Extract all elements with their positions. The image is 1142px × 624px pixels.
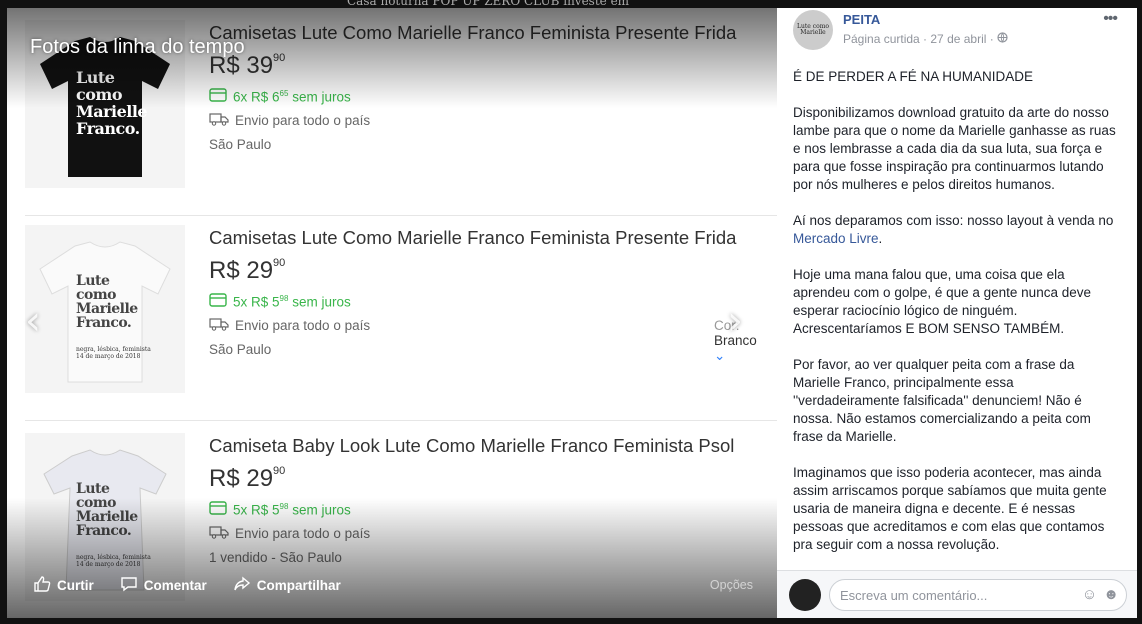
post-meta: Página curtida · 27 de abril · bbox=[843, 32, 1008, 46]
installments: 5x R$ 598 sem juros bbox=[209, 293, 769, 310]
mercado-livre-link[interactable]: Mercado Livre bbox=[793, 231, 879, 246]
truck-icon bbox=[209, 112, 229, 129]
installments: 5x R$ 598 sem juros bbox=[209, 501, 769, 518]
page-avatar[interactable]: Lute como Marielle bbox=[793, 10, 833, 50]
shirt-small-print: negra, lésbica, feminista 14 de março de… bbox=[76, 346, 151, 360]
tshirt-image: Lute como Marielle Franco. negra, lésbic… bbox=[30, 234, 180, 384]
background-newspaper: Casa noturna POP UP ZERO CLUB investe em bbox=[7, 0, 777, 8]
product-price: R$ 2990 bbox=[209, 257, 286, 284]
globe-icon bbox=[997, 32, 1008, 46]
shipping-info: Envio para todo o país bbox=[209, 112, 769, 129]
product-price: R$ 3990 bbox=[209, 52, 286, 79]
shipping-info: Envio para todo o país bbox=[209, 317, 769, 334]
product-price: R$ 2990 bbox=[209, 465, 286, 492]
comment-button[interactable]: Comentar bbox=[120, 575, 207, 596]
photo-area[interactable]: Fotos da linha do tempo Lute como Mariel… bbox=[7, 8, 777, 618]
product-location: São Paulo bbox=[209, 342, 272, 357]
next-photo-arrow-icon[interactable]: › bbox=[727, 298, 743, 344]
previous-photo-arrow-icon[interactable]: ‹ bbox=[25, 298, 41, 344]
album-title[interactable]: Fotos da linha do tempo bbox=[30, 36, 245, 59]
thumbs-up-icon bbox=[33, 575, 51, 596]
product-location: São Paulo bbox=[209, 137, 272, 152]
post-text: É DE PERDER A FÉ NA HUMANIDADE Disponibi… bbox=[793, 69, 1116, 552]
photo-viewer: Casa noturna POP UP ZERO CLUB investe em… bbox=[0, 0, 1142, 624]
shirt-small-print: negra, lésbica, feminista 14 de março de… bbox=[76, 554, 151, 568]
share-button[interactable]: Compartilhar bbox=[233, 575, 341, 596]
comment-tools: ☺ ☻ bbox=[1082, 586, 1119, 603]
page-name-link[interactable]: PEITA bbox=[843, 12, 880, 27]
product-title[interactable]: Camiseta Baby Look Lute Como Marielle Fr… bbox=[209, 435, 769, 457]
truck-icon bbox=[209, 525, 229, 542]
card-icon bbox=[209, 88, 227, 105]
shirt-print-text: Lute como Marielle Franco. bbox=[76, 481, 138, 539]
product-title[interactable]: Camisetas Lute Como Marielle Franco Femi… bbox=[209, 227, 769, 249]
installments: 6x R$ 665 sem juros bbox=[209, 88, 769, 105]
truck-icon bbox=[209, 317, 229, 334]
shipping-info: Envio para todo o país bbox=[209, 525, 769, 542]
post-panel: Lute como Marielle PEITA Página curtida … bbox=[777, 8, 1137, 618]
product-location: 1 vendido - São Paulo bbox=[209, 550, 342, 565]
more-options-icon[interactable]: ••• bbox=[1103, 10, 1118, 28]
product-listing: Lute como Marielle Franco. negra, lésbic… bbox=[25, 213, 777, 421]
emoji-icon[interactable]: ☺ bbox=[1082, 586, 1097, 603]
comment-icon bbox=[120, 575, 138, 596]
chevron-down-icon: ⌄ bbox=[714, 348, 726, 363]
card-icon bbox=[209, 293, 227, 310]
card-icon bbox=[209, 501, 227, 518]
photo-actions: Curtir Comentar Compartilhar bbox=[33, 575, 341, 596]
like-button[interactable]: Curtir bbox=[33, 575, 94, 596]
shirt-print-text: Lute como Marielle Franco. bbox=[76, 68, 148, 138]
share-icon bbox=[233, 575, 251, 596]
product-thumbnail: Lute como Marielle Franco. negra, lésbic… bbox=[25, 225, 185, 393]
tshirt-image: Lute como Marielle Franco. negra, lésbic… bbox=[30, 442, 180, 592]
shirt-print-text: Lute como Marielle Franco. bbox=[76, 273, 138, 331]
comment-bar: Escreva um comentário... ☺ ☻ bbox=[777, 570, 1137, 618]
sticker-icon[interactable]: ☻ bbox=[1103, 586, 1119, 603]
user-avatar bbox=[789, 579, 821, 611]
product-title[interactable]: Camisetas Lute Como Marielle Franco Femi… bbox=[209, 22, 769, 44]
options-link[interactable]: Opções bbox=[710, 578, 753, 592]
